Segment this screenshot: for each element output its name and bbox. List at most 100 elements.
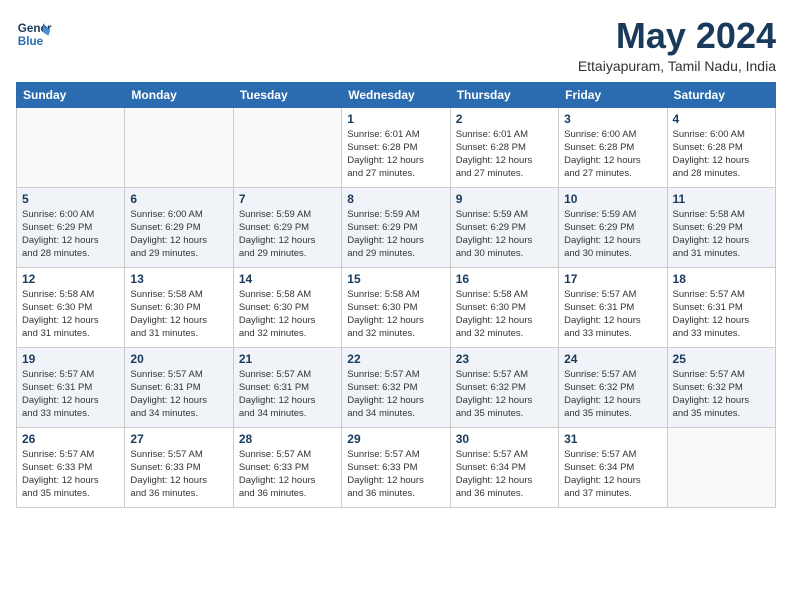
calendar-day-cell: 1Sunrise: 6:01 AM Sunset: 6:28 PM Daylig… — [342, 107, 450, 187]
calendar-day-cell: 20Sunrise: 5:57 AM Sunset: 6:31 PM Dayli… — [125, 347, 233, 427]
day-number: 11 — [673, 192, 770, 206]
day-info: Sunrise: 5:57 AM Sunset: 6:32 PM Dayligh… — [564, 368, 661, 421]
logo: General Blue — [16, 16, 52, 52]
day-number: 9 — [456, 192, 553, 206]
calendar-week-row: 26 Sunrise: 5:57 AM Sunset: 6:33 PM Dayli… — [17, 427, 776, 507]
calendar-week-row: 5 Sunrise: 6:00 AM Sunset: 6:29 PM Daylig… — [17, 187, 776, 267]
day-number: 21 — [239, 352, 336, 366]
calendar-day-cell: 18Sunrise: 5:57 AM Sunset: 6:31 PM Dayli… — [667, 267, 775, 347]
day-number: 6 — [130, 192, 227, 206]
calendar-day-cell — [667, 427, 775, 507]
day-info: Sunrise: 5:58 AM Sunset: 6:30 PM Dayligh… — [347, 288, 444, 341]
day-info: Sunrise: 5:57 AM Sunset: 6:34 PM Dayligh… — [564, 448, 661, 501]
day-number: 8 — [347, 192, 444, 206]
calendar-day-cell: 12 Sunrise: 5:58 AM Sunset: 6:30 PM Dayli… — [17, 267, 125, 347]
day-info: Sunrise: 5:59 AM Sunset: 6:29 PM Dayligh… — [239, 208, 336, 261]
calendar-day-cell: 25Sunrise: 5:57 AM Sunset: 6:32 PM Dayli… — [667, 347, 775, 427]
calendar-day-cell: 2 Sunrise: 6:01 AM Sunset: 6:28 PM Daylig… — [450, 107, 558, 187]
calendar-day-cell: 7 Sunrise: 5:59 AM Sunset: 6:29 PM Daylig… — [233, 187, 341, 267]
calendar-day-cell: 3Sunrise: 6:00 AM Sunset: 6:28 PM Daylig… — [559, 107, 667, 187]
calendar-day-cell: 5 Sunrise: 6:00 AM Sunset: 6:29 PM Daylig… — [17, 187, 125, 267]
day-info: Sunrise: 5:57 AM Sunset: 6:31 PM Dayligh… — [22, 368, 119, 421]
calendar-week-row: 12 Sunrise: 5:58 AM Sunset: 6:30 PM Dayli… — [17, 267, 776, 347]
calendar-day-cell: 9 Sunrise: 5:59 AM Sunset: 6:29 PM Daylig… — [450, 187, 558, 267]
day-info: Sunrise: 5:57 AM Sunset: 6:31 PM Dayligh… — [673, 288, 770, 341]
day-info: Sunrise: 5:59 AM Sunset: 6:29 PM Dayligh… — [456, 208, 553, 261]
day-info: Sunrise: 6:00 AM Sunset: 6:28 PM Dayligh… — [673, 128, 770, 181]
day-number: 3 — [564, 112, 661, 126]
calendar-day-cell: 14 Sunrise: 5:58 AM Sunset: 6:30 PM Dayli… — [233, 267, 341, 347]
calendar-day-cell: 28 Sunrise: 5:57 AM Sunset: 6:33 PM Dayli… — [233, 427, 341, 507]
day-number: 22 — [347, 352, 444, 366]
title-block: May 2024 Ettaiyapuram, Tamil Nadu, India — [578, 16, 776, 74]
day-number: 29 — [347, 432, 444, 446]
calendar-day-cell: 6 Sunrise: 6:00 AM Sunset: 6:29 PM Daylig… — [125, 187, 233, 267]
calendar-day-cell: 11 Sunrise: 5:58 AM Sunset: 6:29 PM Dayli… — [667, 187, 775, 267]
day-info: Sunrise: 5:57 AM Sunset: 6:31 PM Dayligh… — [239, 368, 336, 421]
weekday-header-row: SundayMondayTuesdayWednesdayThursdayFrid… — [17, 82, 776, 107]
day-number: 24 — [564, 352, 661, 366]
calendar-week-row: 1 Sunrise: 6:01 AM Sunset: 6:28 PM Daylig… — [17, 107, 776, 187]
day-number: 27 — [130, 432, 227, 446]
day-number: 5 — [22, 192, 119, 206]
calendar-day-cell: 29 Sunrise: 5:57 AM Sunset: 6:33 PM Dayli… — [342, 427, 450, 507]
day-info: Sunrise: 5:57 AM Sunset: 6:32 PM Dayligh… — [347, 368, 444, 421]
day-info: Sunrise: 5:58 AM Sunset: 6:30 PM Dayligh… — [130, 288, 227, 341]
day-number: 7 — [239, 192, 336, 206]
calendar-day-cell: 30 Sunrise: 5:57 AM Sunset: 6:34 PM Dayli… — [450, 427, 558, 507]
day-info: Sunrise: 5:58 AM Sunset: 6:29 PM Dayligh… — [673, 208, 770, 261]
day-info: Sunrise: 5:57 AM Sunset: 6:32 PM Dayligh… — [673, 368, 770, 421]
day-info: Sunrise: 5:57 AM Sunset: 6:32 PM Dayligh… — [456, 368, 553, 421]
day-number: 16 — [456, 272, 553, 286]
day-number: 30 — [456, 432, 553, 446]
day-info: Sunrise: 5:57 AM Sunset: 6:33 PM Dayligh… — [130, 448, 227, 501]
weekday-header-wednesday: Wednesday — [342, 82, 450, 107]
calendar-day-cell — [125, 107, 233, 187]
day-number: 19 — [22, 352, 119, 366]
calendar-day-cell: 31Sunrise: 5:57 AM Sunset: 6:34 PM Dayli… — [559, 427, 667, 507]
day-number: 1 — [347, 112, 444, 126]
weekday-header-saturday: Saturday — [667, 82, 775, 107]
day-number: 26 — [22, 432, 119, 446]
calendar-day-cell — [233, 107, 341, 187]
day-info: Sunrise: 6:00 AM Sunset: 6:29 PM Dayligh… — [22, 208, 119, 261]
calendar-day-cell — [17, 107, 125, 187]
calendar-day-cell: 16 Sunrise: 5:58 AM Sunset: 6:30 PM Dayli… — [450, 267, 558, 347]
weekday-header-sunday: Sunday — [17, 82, 125, 107]
logo-icon: General Blue — [16, 16, 52, 52]
day-info: Sunrise: 5:57 AM Sunset: 6:33 PM Dayligh… — [22, 448, 119, 501]
day-info: Sunrise: 5:57 AM Sunset: 6:33 PM Dayligh… — [239, 448, 336, 501]
calendar-day-cell: 19 Sunrise: 5:57 AM Sunset: 6:31 PM Dayli… — [17, 347, 125, 427]
day-info: Sunrise: 5:57 AM Sunset: 6:33 PM Dayligh… — [347, 448, 444, 501]
month-title: May 2024 — [578, 16, 776, 56]
calendar-day-cell: 17Sunrise: 5:57 AM Sunset: 6:31 PM Dayli… — [559, 267, 667, 347]
day-number: 4 — [673, 112, 770, 126]
day-info: Sunrise: 6:01 AM Sunset: 6:28 PM Dayligh… — [456, 128, 553, 181]
calendar-day-cell: 10Sunrise: 5:59 AM Sunset: 6:29 PM Dayli… — [559, 187, 667, 267]
day-info: Sunrise: 5:58 AM Sunset: 6:30 PM Dayligh… — [456, 288, 553, 341]
day-info: Sunrise: 5:59 AM Sunset: 6:29 PM Dayligh… — [564, 208, 661, 261]
calendar-table: SundayMondayTuesdayWednesdayThursdayFrid… — [16, 82, 776, 508]
calendar-day-cell: 13Sunrise: 5:58 AM Sunset: 6:30 PM Dayli… — [125, 267, 233, 347]
day-info: Sunrise: 5:58 AM Sunset: 6:30 PM Dayligh… — [239, 288, 336, 341]
calendar-day-cell: 26 Sunrise: 5:57 AM Sunset: 6:33 PM Dayli… — [17, 427, 125, 507]
calendar-day-cell: 4 Sunrise: 6:00 AM Sunset: 6:28 PM Daylig… — [667, 107, 775, 187]
calendar-day-cell: 24 Sunrise: 5:57 AM Sunset: 6:32 PM Dayli… — [559, 347, 667, 427]
day-info: Sunrise: 5:57 AM Sunset: 6:31 PM Dayligh… — [564, 288, 661, 341]
day-number: 15 — [347, 272, 444, 286]
day-info: Sunrise: 5:59 AM Sunset: 6:29 PM Dayligh… — [347, 208, 444, 261]
weekday-header-thursday: Thursday — [450, 82, 558, 107]
calendar-day-cell: 8 Sunrise: 5:59 AM Sunset: 6:29 PM Daylig… — [342, 187, 450, 267]
day-info: Sunrise: 5:57 AM Sunset: 6:34 PM Dayligh… — [456, 448, 553, 501]
day-number: 14 — [239, 272, 336, 286]
day-number: 12 — [22, 272, 119, 286]
day-info: Sunrise: 6:00 AM Sunset: 6:29 PM Dayligh… — [130, 208, 227, 261]
day-number: 2 — [456, 112, 553, 126]
day-number: 28 — [239, 432, 336, 446]
day-info: Sunrise: 5:58 AM Sunset: 6:30 PM Dayligh… — [22, 288, 119, 341]
weekday-header-friday: Friday — [559, 82, 667, 107]
day-number: 20 — [130, 352, 227, 366]
calendar-week-row: 19 Sunrise: 5:57 AM Sunset: 6:31 PM Dayli… — [17, 347, 776, 427]
calendar-day-cell: 22 Sunrise: 5:57 AM Sunset: 6:32 PM Dayli… — [342, 347, 450, 427]
svg-text:Blue: Blue — [18, 35, 44, 48]
